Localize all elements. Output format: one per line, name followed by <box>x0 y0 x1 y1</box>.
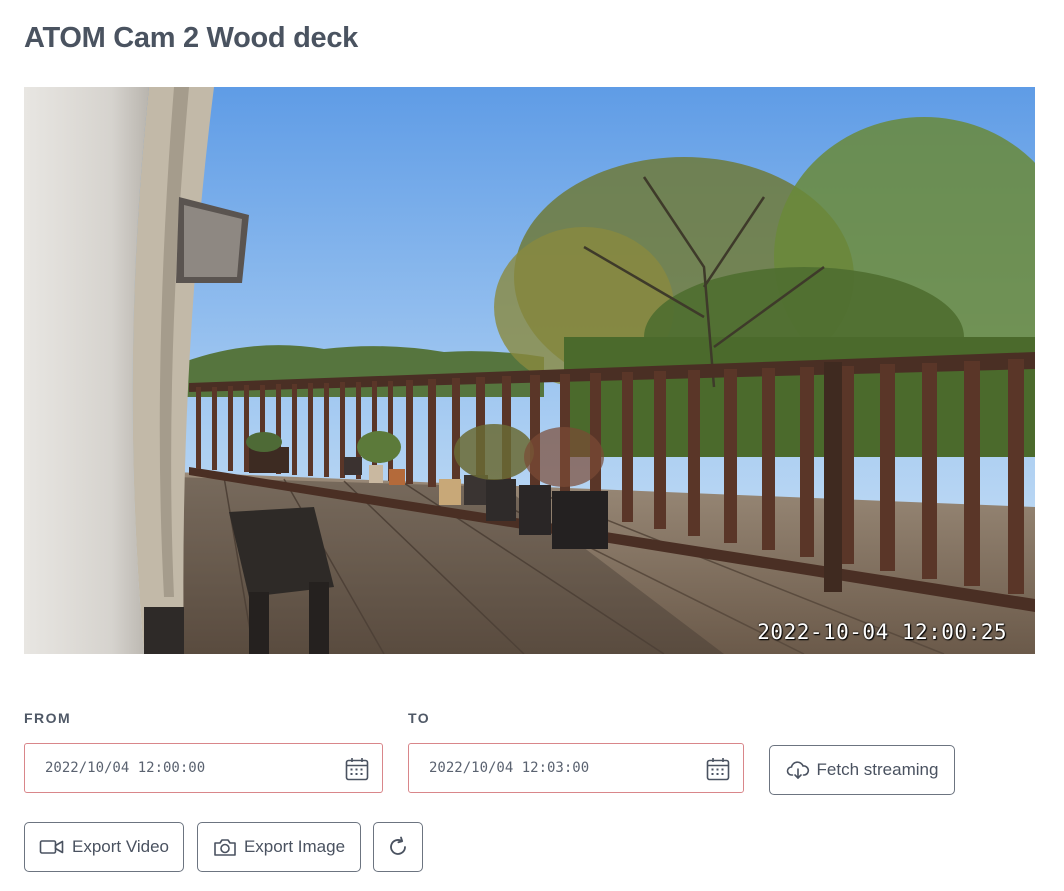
export-video-button[interactable]: Export Video <box>24 822 184 872</box>
refresh-icon <box>390 836 406 855</box>
page-title: ATOM Cam 2 Wood deck <box>24 22 358 54</box>
camera-icon <box>214 839 236 856</box>
export-video-label: Export Video <box>71 837 170 856</box>
fetch-streaming-button[interactable]: Fetch streaming <box>769 745 955 795</box>
refresh-button[interactable] <box>373 822 423 872</box>
camera-scene <box>24 87 1035 654</box>
from-datetime-input[interactable] <box>45 744 305 791</box>
to-label: TO <box>408 710 431 726</box>
calendar-icon[interactable] <box>705 756 731 782</box>
to-datetime-input[interactable] <box>429 744 689 791</box>
video-timestamp: 2022-10-04 12:00:25 <box>757 620 1007 644</box>
video-camera-icon <box>39 840 64 854</box>
export-image-button[interactable]: Export Image <box>197 822 361 872</box>
export-image-label: Export Image <box>243 837 346 856</box>
fetch-streaming-label: Fetch streaming <box>816 760 939 779</box>
calendar-icon[interactable] <box>344 756 370 782</box>
camera-video-frame[interactable]: 2022-10-04 12:00:25 <box>24 87 1035 654</box>
from-label: FROM <box>24 710 72 726</box>
to-datetime-field[interactable] <box>408 743 744 793</box>
cloud-download-icon <box>786 761 809 779</box>
from-datetime-field[interactable] <box>24 743 383 793</box>
